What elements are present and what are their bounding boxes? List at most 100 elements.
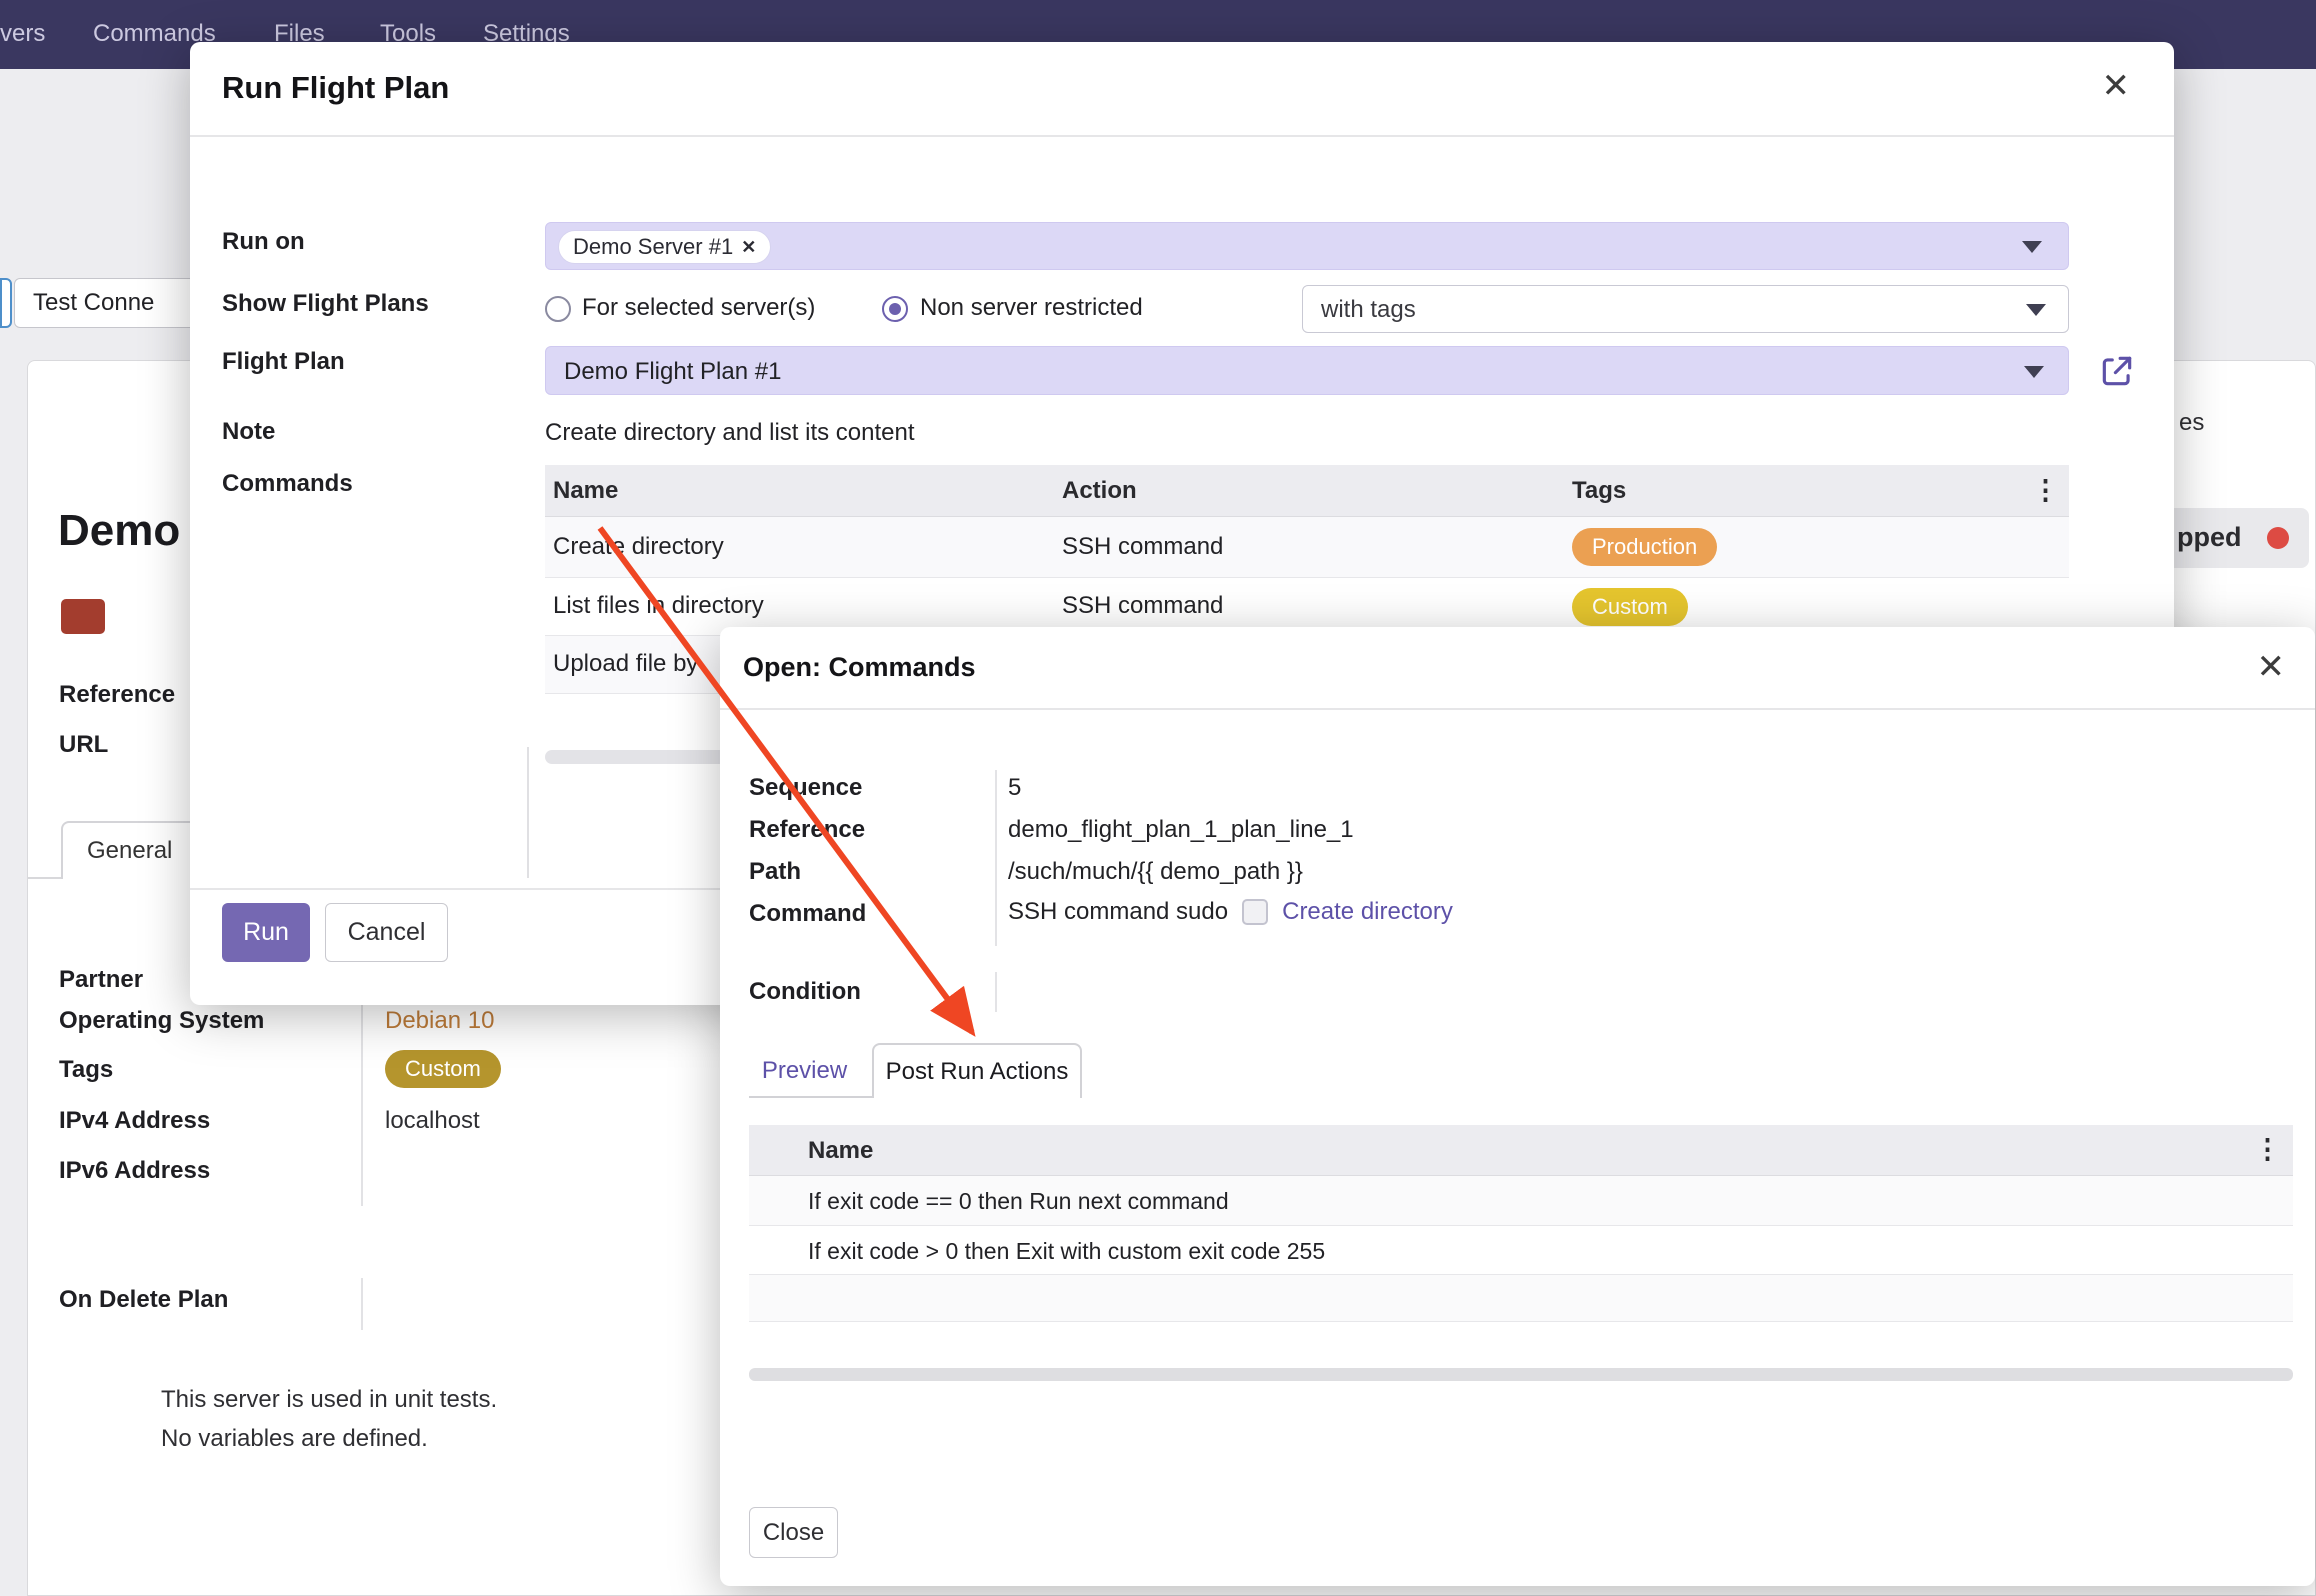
unit-test-note: This server is used in unit tests. [161, 1386, 497, 1414]
table-row[interactable]: Create directory SSH command Production [545, 517, 2069, 578]
production-badge: Production [1572, 528, 1717, 566]
condition-label: Condition [749, 978, 861, 1006]
tab-preview-label: Preview [762, 1057, 847, 1085]
url-label: URL [59, 731, 108, 759]
os-value[interactable]: Debian 10 [385, 1007, 494, 1035]
show-flight-plans-label: Show Flight Plans [222, 290, 429, 318]
chevron-down-icon [2026, 304, 2046, 316]
tab-post-run-actions-label: Post Run Actions [886, 1058, 1069, 1086]
test-connection-label: Test Conne [33, 289, 154, 317]
sequence-value: 5 [1008, 774, 1021, 802]
cell-name: If exit code > 0 then Exit with custom e… [808, 1238, 1325, 1265]
modal-header-divider [190, 135, 2174, 137]
status-dot-icon [2267, 527, 2289, 549]
path-value: /such/much/{{ demo_path }} [1008, 858, 1303, 886]
cell-name: If exit code == 0 then Run next command [808, 1188, 1229, 1215]
on-delete-plan-label: On Delete Plan [59, 1286, 228, 1314]
partner-label: Partner [59, 966, 143, 994]
external-link-icon[interactable] [2098, 352, 2136, 390]
modal-title: Open: Commands [743, 652, 976, 683]
nav-item-servers[interactable]: rvers [0, 20, 45, 48]
record-title: Demo [58, 506, 180, 556]
tag-custom-badge[interactable]: Custom [385, 1050, 501, 1088]
flight-plan-label: Flight Plan [222, 348, 345, 376]
flight-plan-select[interactable]: Demo Flight Plan #1 [545, 346, 2069, 395]
chevron-down-icon [2024, 366, 2044, 378]
close-button[interactable]: Close [749, 1507, 838, 1558]
ipv6-label: IPv6 Address [59, 1157, 210, 1185]
tabbar-line [749, 1096, 872, 1098]
note-label: Note [222, 418, 275, 446]
table-header-row: Name ⋮ [749, 1125, 2293, 1176]
reference-value: demo_flight_plan_1_plan_line_1 [1008, 816, 1354, 844]
tab-post-run-actions[interactable]: Post Run Actions [872, 1043, 1082, 1098]
server-tag-chip: Demo Server #1 ✕ [558, 230, 771, 264]
flight-plan-value: Demo Flight Plan #1 [564, 358, 781, 386]
radio-selected-servers-label[interactable]: For selected server(s) [582, 294, 815, 322]
cell-name: List files in directory [553, 592, 764, 620]
col-name[interactable]: Name [553, 477, 618, 505]
ipv4-label: IPv4 Address [59, 1107, 210, 1135]
screen: rvers Commands Files Tools Settings Test… [0, 0, 2316, 1596]
sequence-label: Sequence [749, 774, 862, 802]
post-run-actions-table: Name ⋮ If exit code == 0 then Run next c… [749, 1125, 2293, 1322]
tab-preview[interactable]: Preview [749, 1044, 860, 1097]
cell-name: Create directory [553, 533, 724, 561]
os-label: Operating System [59, 1007, 264, 1035]
status-label: pped [2177, 522, 2242, 553]
variables-note: No variables are defined. [161, 1425, 428, 1453]
tags-label: Tags [59, 1056, 113, 1084]
open-commands-modal: Open: Commands ✕ Sequence Reference Path… [720, 627, 2315, 1586]
ipv4-value: localhost [385, 1107, 480, 1135]
sudo-checkbox[interactable] [1242, 899, 1268, 925]
field-column-divider2 [361, 1278, 363, 1330]
plan-description: Create directory and list its content [545, 419, 915, 447]
radio-non-server-restricted[interactable] [882, 296, 908, 322]
tab-general-label: General [87, 837, 172, 865]
table-row-empty [749, 1275, 2293, 1322]
optional-columns-icon[interactable]: ⋮ [2032, 475, 2059, 506]
command-row: SSH command sudo Create directory [1008, 898, 1453, 926]
col-action[interactable]: Action [1062, 477, 1137, 505]
server-tag-label: Demo Server #1 [573, 234, 733, 260]
optional-columns-icon[interactable]: ⋮ [2254, 1134, 2281, 1165]
col-tags[interactable]: Tags [1572, 477, 1626, 505]
commands-label: Commands [222, 470, 353, 498]
label-value-divider2 [995, 972, 997, 1012]
radio-non-server-restricted-label[interactable]: Non server restricted [920, 294, 1143, 322]
close-icon[interactable]: ✕ [2257, 647, 2286, 687]
table-header-row: Name Action Tags ⋮ [545, 465, 2069, 517]
reference-label: Reference [59, 681, 175, 709]
table-row[interactable]: If exit code == 0 then Run next command [749, 1176, 2293, 1226]
modal-header-divider [720, 708, 2315, 710]
remove-tag-icon[interactable]: ✕ [741, 237, 756, 258]
run-on-input[interactable]: Demo Server #1 ✕ [545, 222, 2069, 270]
new-button-fragment[interactable] [0, 278, 12, 328]
run-on-label: Run on [222, 228, 305, 256]
chatter-fragment: es [2179, 409, 2204, 437]
table-row[interactable]: If exit code > 0 then Exit with custom e… [749, 1226, 2293, 1275]
tags-filter-select[interactable]: with tags [1302, 285, 2069, 333]
path-label: Path [749, 858, 801, 886]
label-value-divider [995, 770, 997, 946]
command-link[interactable]: Create directory [1282, 898, 1453, 926]
close-icon[interactable]: ✕ [2102, 66, 2131, 106]
cancel-button[interactable]: Cancel [325, 903, 448, 962]
col-name[interactable]: Name [808, 1137, 873, 1165]
reference-label: Reference [749, 816, 865, 844]
chevron-down-icon [2022, 241, 2042, 253]
test-connection-button[interactable]: Test Conne [14, 278, 214, 328]
modal-title: Run Flight Plan [222, 70, 449, 106]
cell-action: SSH command [1062, 592, 1223, 620]
pane-divider [527, 747, 529, 878]
command-value: SSH command sudo [1008, 898, 1228, 926]
horizontal-scrollbar[interactable] [749, 1368, 2293, 1381]
tags-filter-value: with tags [1321, 296, 1416, 324]
radio-selected-servers[interactable] [545, 296, 571, 322]
run-button[interactable]: Run [222, 903, 310, 962]
cell-name: Upload file by [553, 650, 698, 678]
custom-badge: Custom [1572, 588, 1688, 626]
cell-action: SSH command [1062, 533, 1223, 561]
command-label: Command [749, 900, 866, 928]
color-swatch[interactable] [61, 599, 105, 634]
